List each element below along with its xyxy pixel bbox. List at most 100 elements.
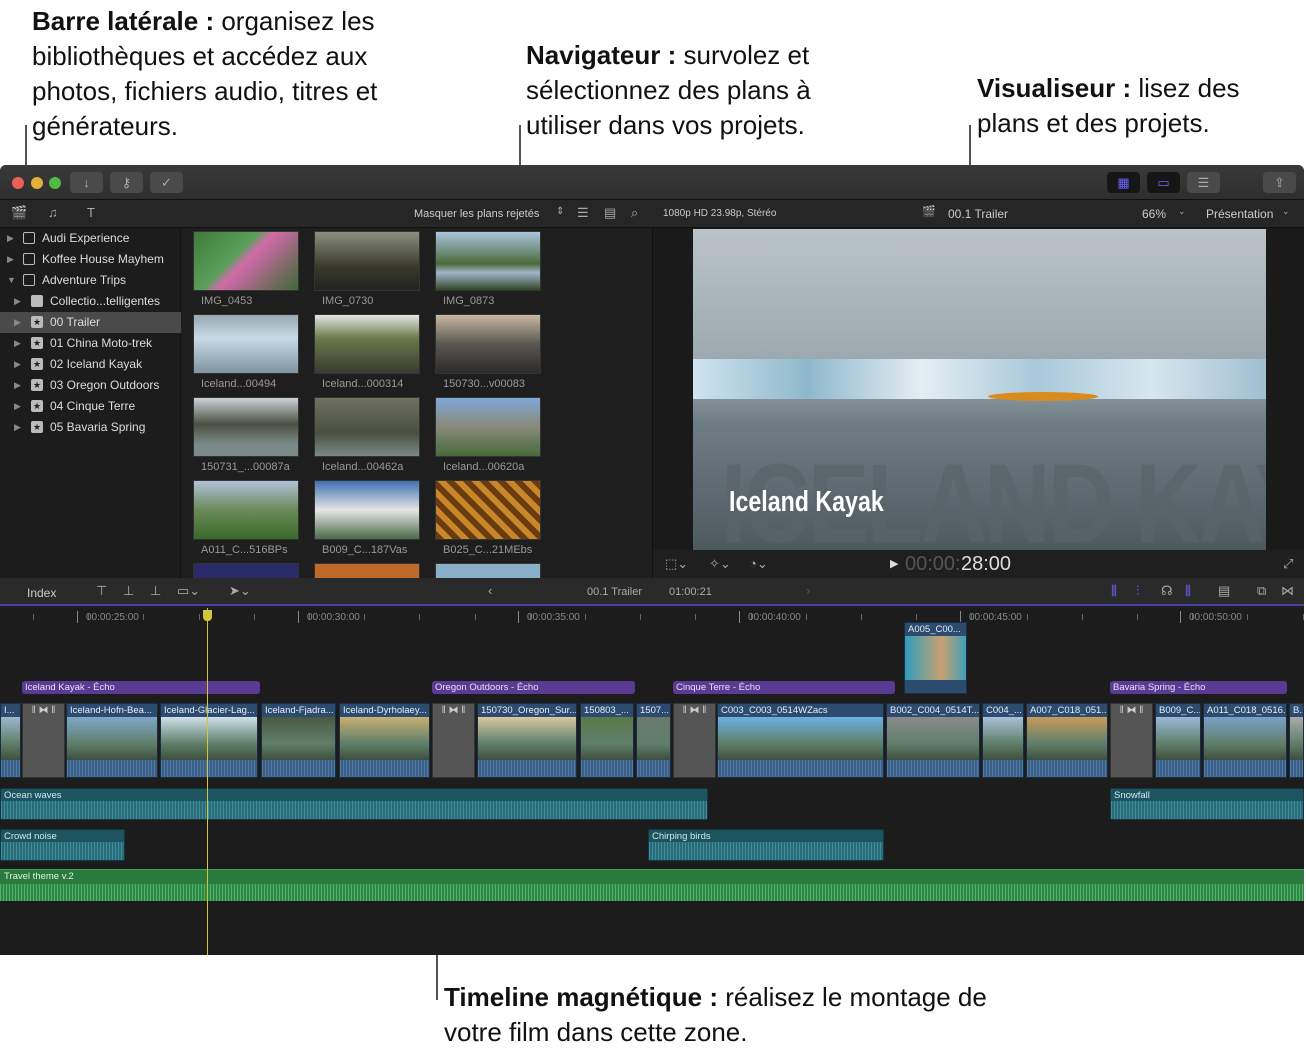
connected-clip[interactable]: A005_C00... xyxy=(904,622,967,694)
playhead[interactable] xyxy=(207,608,208,955)
clip-thumbnail[interactable] xyxy=(193,563,299,578)
insert-clip-icon[interactable]: ⊥ xyxy=(123,583,134,599)
search-icon[interactable]: ⌕ xyxy=(631,205,638,221)
video-clip[interactable]: Iceland-Fjadra... xyxy=(261,703,336,778)
transition[interactable]: ‖ ⧓ ‖ xyxy=(22,703,65,778)
sidebar-item[interactable]: ▶ ★ 02 Iceland Kayak xyxy=(0,354,181,375)
music-clip[interactable]: Travel theme v.2 xyxy=(0,869,1304,901)
minimize-window-button[interactable] xyxy=(31,177,43,189)
video-clip[interactable]: B... xyxy=(1289,703,1304,778)
photos-audio-icon[interactable]: ♫ xyxy=(48,205,58,220)
video-preview[interactable]: ICELAND KAYAK Iceland Kayak xyxy=(693,229,1266,550)
append-clip-icon[interactable]: ⊥ xyxy=(150,583,161,599)
transition[interactable]: ‖ ⧓ ‖ xyxy=(1110,703,1153,778)
clip-appearance-icon[interactable]: ▤ xyxy=(1218,583,1230,599)
connect-clip-icon[interactable]: ⊤ xyxy=(96,583,107,599)
video-clip[interactable]: A011_C018_0516... xyxy=(1203,703,1287,778)
show-browser-button[interactable]: ▦ xyxy=(1107,172,1140,193)
video-clip[interactable]: 150803_... xyxy=(580,703,634,778)
select-tool-icon[interactable]: ➤⌄ xyxy=(229,583,251,599)
clip-thumbnail[interactable] xyxy=(314,480,420,540)
video-clip[interactable]: 150730_Oregon_Sur... xyxy=(477,703,577,778)
sidebar-item[interactable]: ▶ ★ 04 Cinque Terre xyxy=(0,396,181,417)
disclosure-triangle-icon[interactable]: ▶ xyxy=(14,354,21,375)
disclosure-triangle-icon[interactable]: ▶ xyxy=(14,396,21,417)
transitions-browser-icon[interactable]: ⋈ xyxy=(1281,583,1294,599)
sidebar-item[interactable]: ▶ ★ 00 Trailer xyxy=(0,312,181,333)
disclosure-triangle-icon[interactable]: ▶ xyxy=(14,375,21,396)
clip-thumbnail[interactable] xyxy=(193,231,299,291)
transition[interactable]: ‖ ⧓ ‖ xyxy=(432,703,475,778)
video-clip[interactable]: B002_C004_0514T... xyxy=(886,703,980,778)
video-clip[interactable]: B009_C... xyxy=(1155,703,1201,778)
transition[interactable]: ‖ ⧓ ‖ xyxy=(673,703,716,778)
video-clip[interactable]: Iceland-Glacier-Lag... xyxy=(160,703,258,778)
clip-thumbnail[interactable] xyxy=(193,480,299,540)
sidebar-item[interactable]: ▼ Adventure Trips xyxy=(0,270,181,291)
title-clip[interactable]: Bavaria Spring - Écho xyxy=(1110,681,1287,694)
transform-menu-icon[interactable]: ⬚⌄ xyxy=(665,556,688,572)
timeline-project-menu[interactable]: 00.1 Trailer xyxy=(587,586,642,598)
audio-clip[interactable]: Ocean waves xyxy=(0,788,708,820)
audio-skimming-icon[interactable]: ⫶ xyxy=(1136,583,1139,599)
disclosure-triangle-icon[interactable]: ▶ xyxy=(14,291,21,312)
audio-clip[interactable]: Crowd noise xyxy=(0,829,125,861)
clip-thumbnail[interactable] xyxy=(435,397,541,457)
clip-thumbnail[interactable] xyxy=(314,231,420,291)
video-clip[interactable]: C003_C003_0514WZacs xyxy=(717,703,884,778)
clip-thumbnail[interactable] xyxy=(435,563,541,578)
forward-icon[interactable]: › xyxy=(806,583,810,598)
sidebar-item[interactable]: ▶ ★ 03 Oregon Outdoors xyxy=(0,375,181,396)
clip-thumbnail[interactable] xyxy=(435,231,541,291)
playhead-handle[interactable] xyxy=(203,610,212,621)
retime-speed-icon[interactable]: ◔⌄ xyxy=(749,556,768,572)
view-menu[interactable]: Présentation xyxy=(1206,207,1273,221)
sidebar-item[interactable]: ▶ Koffee House Mayhem xyxy=(0,249,181,270)
disclosure-triangle-icon[interactable]: ▶ xyxy=(7,249,14,270)
show-inspector-button[interactable]: ☰ xyxy=(1187,172,1220,193)
disclosure-triangle-icon[interactable]: ▶ xyxy=(14,312,21,333)
background-tasks-button[interactable]: ✓ xyxy=(150,172,183,193)
disclosure-triangle-icon[interactable]: ▶ xyxy=(14,333,21,354)
sidebar-item[interactable]: ▶ ★ 05 Bavaria Spring xyxy=(0,417,181,438)
clip-thumbnail[interactable] xyxy=(314,563,420,578)
headphones-icon[interactable]: ☊ xyxy=(1161,583,1173,599)
show-timeline-button[interactable]: ▭ xyxy=(1147,172,1180,193)
sidebar-item[interactable]: ▶ ★ 01 China Moto-trek xyxy=(0,333,181,354)
sidebar-item[interactable]: ▶ Audi Experience xyxy=(0,228,181,249)
close-window-button[interactable] xyxy=(12,177,24,189)
clip-thumbnail[interactable] xyxy=(314,397,420,457)
titles-generators-icon[interactable]: T xyxy=(87,205,95,220)
clip-thumbnail[interactable] xyxy=(193,397,299,457)
disclosure-triangle-icon[interactable]: ▶ xyxy=(7,228,14,249)
clip-appearance-icon[interactable]: ☰ xyxy=(577,205,589,221)
video-clip[interactable]: C004_... xyxy=(982,703,1024,778)
filmstrip-icon[interactable]: ▤ xyxy=(604,205,616,221)
audio-clip[interactable]: Snowfall xyxy=(1110,788,1304,820)
video-clip[interactable]: Iceland-Hofn-Bea... xyxy=(66,703,158,778)
video-clip[interactable]: I... xyxy=(0,703,21,778)
title-clip[interactable]: Iceland Kayak - Écho xyxy=(22,681,260,694)
clip-filter-menu[interactable]: Masquer les plans rejetés xyxy=(414,208,539,220)
effects-browser-icon[interactable]: ⧉ xyxy=(1257,583,1266,599)
clip-thumbnail[interactable] xyxy=(435,314,541,374)
clip-thumbnail[interactable] xyxy=(193,314,299,374)
disclosure-triangle-icon[interactable]: ▶ xyxy=(14,417,21,438)
video-clip[interactable]: 1507... xyxy=(636,703,671,778)
audio-clip[interactable]: Chirping birds xyxy=(648,829,884,861)
timeline-index-button[interactable]: Index xyxy=(27,586,56,600)
clip-thumbnail[interactable] xyxy=(435,480,541,540)
zoom-window-button[interactable] xyxy=(49,177,61,189)
share-button[interactable]: ⇪ xyxy=(1263,172,1296,193)
snapping-icon[interactable]: ⫼ xyxy=(1185,583,1191,599)
enhance-wand-icon[interactable]: ✧⌄ xyxy=(709,556,731,572)
skimming-icon[interactable]: ⫼ xyxy=(1111,583,1117,599)
video-clip[interactable]: A007_C018_051... xyxy=(1026,703,1108,778)
keyword-button[interactable]: ⚷ xyxy=(110,172,143,193)
import-button[interactable]: ↓ xyxy=(70,172,103,193)
fullscreen-icon[interactable]: ⤢ xyxy=(1283,556,1293,572)
video-clip[interactable]: Iceland-Dyrholaey... xyxy=(339,703,430,778)
sidebar-item[interactable]: ▶ Collectio...telligentes xyxy=(0,291,181,312)
libraries-icon[interactable]: 🎬 xyxy=(11,205,27,221)
play-icon[interactable]: ▶ xyxy=(890,557,898,570)
